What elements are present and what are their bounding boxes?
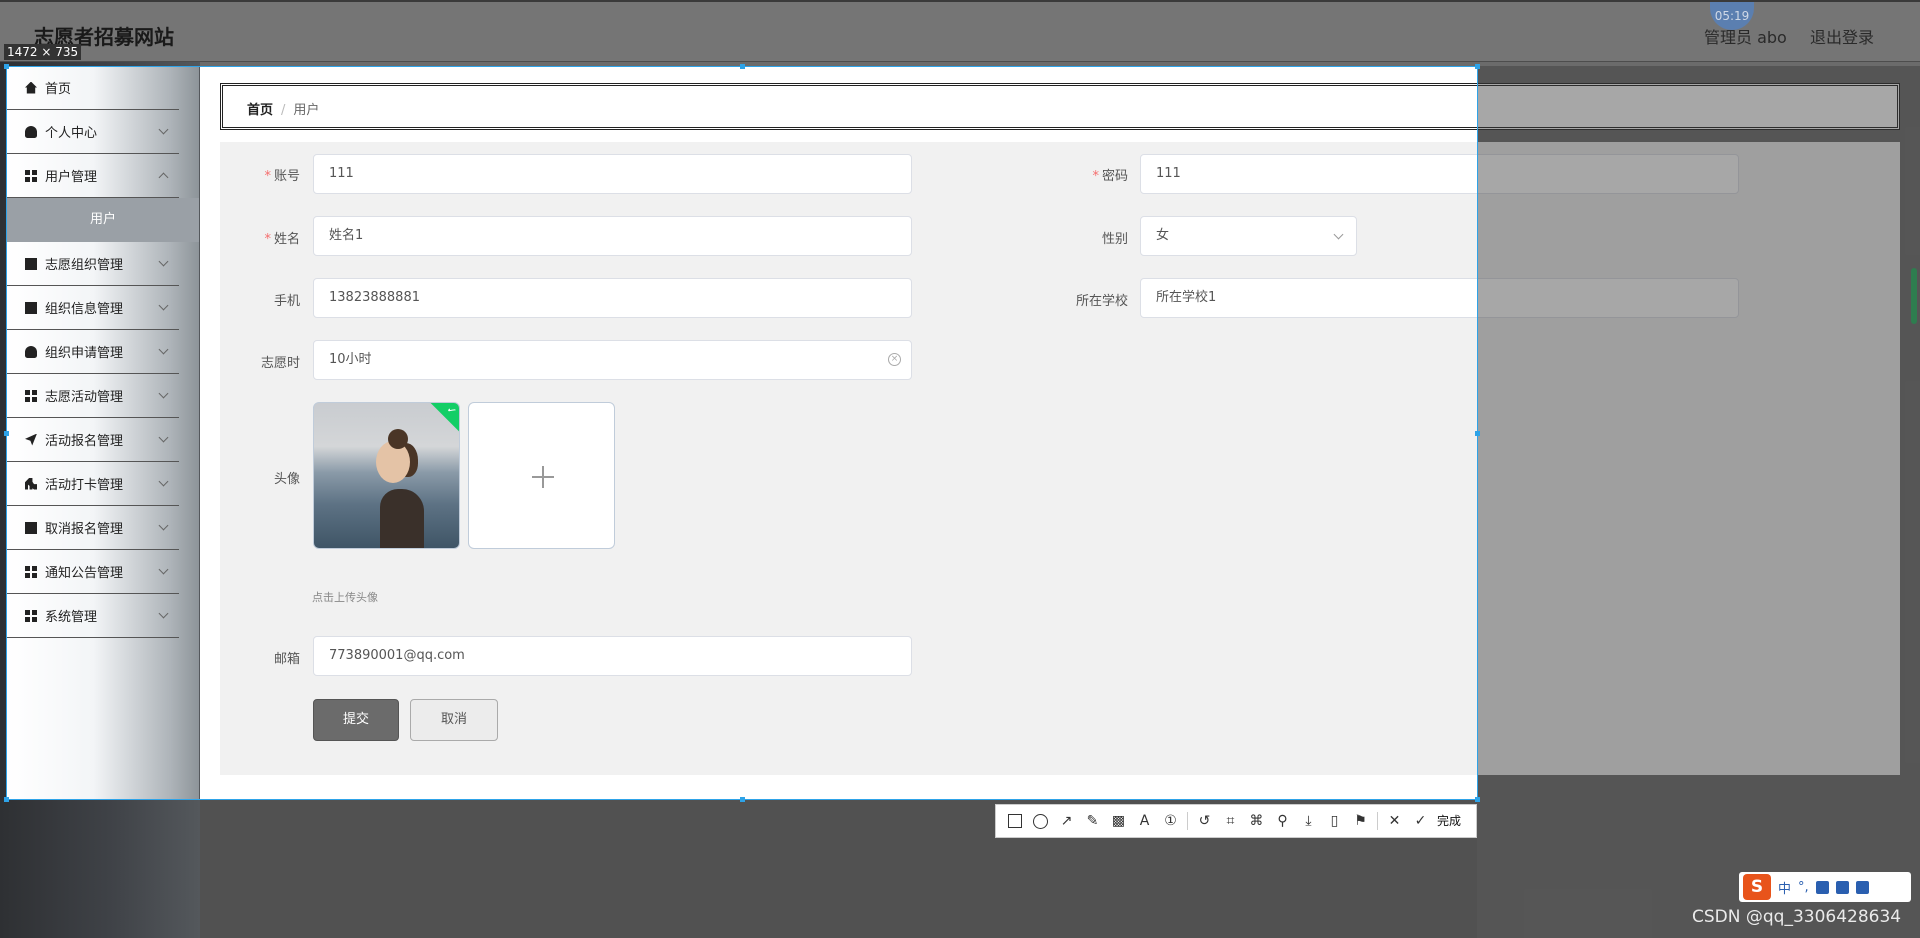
number-tool-icon[interactable]: ①	[1161, 812, 1180, 831]
done-button[interactable]: 完成	[1437, 812, 1461, 831]
undo-icon[interactable]: ↺	[1195, 812, 1214, 831]
capture-dimension-label: 1472 × 735	[4, 44, 82, 60]
grid-icon[interactable]	[1855, 880, 1869, 894]
current-user-label: 管理员 abo	[1704, 28, 1787, 47]
watermark: CSDN @qq_3306428634	[1692, 907, 1902, 927]
bookmark-icon[interactable]: ⚑	[1351, 812, 1370, 831]
ocr-icon[interactable]: ⌗	[1221, 812, 1240, 831]
scrollbar[interactable]	[1911, 268, 1917, 324]
logout-link[interactable]: 退出登录	[1810, 24, 1874, 48]
toolbar-divider	[1187, 812, 1188, 830]
toolbar-divider	[1377, 812, 1378, 830]
translate-icon[interactable]: ⌘	[1247, 812, 1266, 831]
close-icon[interactable]: ✕	[1385, 812, 1404, 831]
language-toggle[interactable]: 中	[1778, 878, 1791, 897]
download-icon[interactable]: ⤓	[1299, 812, 1318, 831]
keyboard-icon[interactable]	[1835, 880, 1849, 894]
resize-handle[interactable]	[4, 797, 9, 802]
arrow-tool-icon[interactable]: ↗	[1057, 812, 1076, 831]
resize-handle[interactable]	[4, 431, 9, 436]
top-header: 志愿者招募网站 管理员 abo 退出登录 05:19	[0, 0, 1920, 62]
resize-handle[interactable]	[1475, 797, 1480, 802]
capture-toolbar: ↗ ✎ ▩ A ① ↺ ⌗ ⌘ ⚲ ⤓ ▯ ⚑ ✕ ✓ 完成	[995, 804, 1477, 838]
ellipse-tool-icon[interactable]	[1033, 813, 1048, 829]
device-icon[interactable]: ▯	[1325, 812, 1344, 831]
resize-handle[interactable]	[4, 64, 9, 69]
ime-tray: S 中 °,	[1739, 872, 1911, 902]
rectangle-tool-icon[interactable]	[1008, 814, 1022, 828]
pen-tool-icon[interactable]: ✎	[1083, 812, 1102, 831]
resize-handle[interactable]	[740, 797, 745, 802]
sogou-logo-icon[interactable]: S	[1743, 874, 1771, 900]
text-tool-icon[interactable]: A	[1135, 812, 1154, 831]
resize-handle[interactable]	[740, 64, 745, 69]
resize-handle[interactable]	[1475, 431, 1480, 436]
microphone-icon[interactable]	[1815, 880, 1829, 894]
capture-dim-overlay	[1477, 66, 1920, 938]
resize-handle[interactable]	[1475, 64, 1480, 69]
check-icon[interactable]: ✓	[1411, 812, 1430, 831]
pin-icon[interactable]: ⚲	[1273, 812, 1292, 831]
mosaic-tool-icon[interactable]: ▩	[1109, 812, 1128, 831]
capture-selection-frame[interactable]	[4, 64, 1480, 802]
punctuation-icon[interactable]: °,	[1798, 880, 1809, 895]
